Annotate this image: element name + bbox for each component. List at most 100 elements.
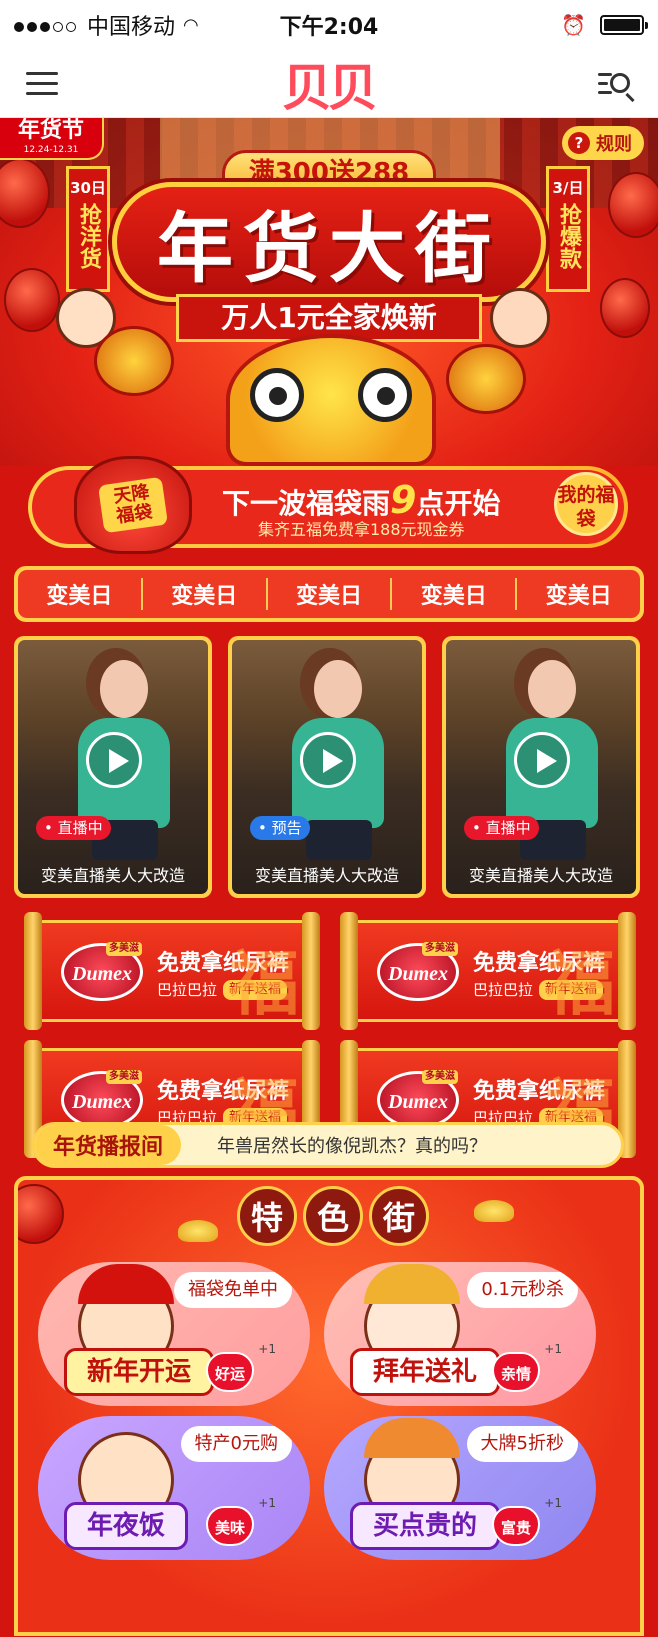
lantern-icon [18, 1184, 64, 1244]
fu-mark: 福 [545, 943, 615, 1025]
left-tag-date: 30日 [70, 179, 106, 197]
video-card[interactable]: • 直播中 变美直播美人大改造 [14, 636, 212, 898]
play-icon[interactable] [300, 732, 356, 788]
tab-strip: 变美日 变美日 变美日 变美日 变美日 [14, 566, 644, 622]
lantern-icon [4, 268, 60, 332]
title-plate: 年货大街 [112, 182, 546, 302]
status-left: 中国移动 ◠ [14, 9, 224, 41]
preview-status-text: 预告 [271, 819, 302, 837]
dumex-logo: Dumex 多美滋 [61, 942, 143, 1001]
plus-one-text: +1 [544, 1496, 562, 1510]
carrier-label: 中国移动 [87, 15, 176, 40]
fu-mark: 福 [229, 943, 299, 1025]
festival-dates: 12.24-12.31 [23, 145, 79, 155]
rules-button[interactable]: ? 规则 [562, 126, 644, 160]
search-category-icon[interactable] [598, 67, 635, 102]
status-bar: 中国移动 ◠ 下午2:04 ⏰ [0, 0, 658, 50]
left-tag-text: 抢洋货 [76, 203, 101, 269]
promo-body: Dumex 多美滋 免费拿纸尿裤 巴拉巴拉 新年送福 福 [36, 920, 308, 1022]
hat-icon [78, 1264, 174, 1304]
video-thumbnail: • 直播中 变美直播美人大改造 [446, 640, 636, 894]
hero-title: 年货大街 [157, 204, 501, 293]
status-right: ⏰ [434, 13, 648, 37]
heart-badge: 亲情 [492, 1352, 540, 1392]
street-title-char: 街 [369, 1186, 429, 1246]
video-caption: 变美直播美人大改造 [254, 866, 399, 885]
zone-label: 年夜饭 [64, 1502, 189, 1550]
wifi-icon: ◠ [183, 14, 199, 36]
street-title-char: 色 [303, 1186, 363, 1246]
zone-card[interactable]: 0.1元秒杀 拜年送礼 亲情 +1 [324, 1262, 596, 1406]
zone-label: 新年开运 [64, 1348, 215, 1396]
zone-card[interactable]: 福袋免单中 新年开运 好运 +1 [38, 1262, 310, 1406]
zone-label: 买点贵的 [350, 1502, 501, 1550]
right-tag-date: 3/日 [552, 179, 584, 197]
lucky-bag-inner: 天降福袋 下一波福袋雨9点开始 集齐五福免费拿188元现金券 [32, 456, 624, 554]
menu-icon[interactable] [26, 65, 58, 102]
ticker-text[interactable]: 年兽居然长的像倪凯杰？真的吗？ [181, 1132, 487, 1158]
zone-label: 拜年送礼 [350, 1348, 501, 1396]
promo-sub-text: 巴拉巴拉 [157, 981, 218, 999]
tab-item[interactable]: 变美日 [140, 578, 266, 610]
preview-status-badge: • 预告 [250, 816, 310, 840]
play-icon[interactable] [86, 732, 142, 788]
brand-name: Dumex [388, 963, 448, 985]
scroll-right [302, 912, 320, 1030]
tab-item[interactable]: 变美日 [390, 578, 515, 610]
play-icon[interactable] [514, 732, 570, 788]
festival-badge-text: 年货节 [17, 118, 84, 143]
alarm-icon: ⏰ [561, 13, 586, 37]
lucky-bag-icon: 天降福袋 [74, 456, 192, 554]
promo-card[interactable]: Dumex 多美滋 免费拿纸尿裤 巴拉巴拉 新年送福 福 [340, 912, 636, 1030]
right-side-tag[interactable]: 3/日 抢爆款 [546, 166, 590, 292]
plus-one-text: +1 [544, 1342, 562, 1356]
lucky-bag-subtitle: 集齐五福免费拿188元现金券 [258, 520, 465, 539]
street-title: 特 色 街 [218, 1186, 448, 1246]
zone-card[interactable]: 大牌5折秒 买点贵的 富贵 +1 [324, 1416, 596, 1560]
video-caption: 变美直播美人大改造 [468, 866, 613, 885]
lion-right-icon [446, 344, 526, 414]
lantern-icon [608, 172, 658, 238]
app-logo[interactable]: 贝贝 [282, 48, 378, 120]
lucky-bag-banner[interactable]: 天降福袋 下一波福袋雨9点开始 集齐五福免费拿188元现金券 我的福袋 [28, 456, 628, 554]
right-tag-text: 抢爆款 [556, 203, 581, 269]
tab-item[interactable]: 变美日 [515, 578, 640, 610]
brand-name-cn: 多美滋 [422, 942, 458, 956]
video-thumbnail: • 预告 变美直播美人大改造 [232, 640, 422, 894]
question-icon: ? [568, 132, 590, 154]
hero-banner[interactable]: 年货节 12.24-12.31 ? 规则 满300送288 30日 抢洋货 3/… [0, 118, 658, 466]
my-bag-button[interactable]: 我的福袋 [554, 472, 618, 536]
tab-item[interactable]: 变美日 [18, 578, 141, 610]
video-card[interactable]: • 预告 变美直播美人大改造 [228, 636, 426, 898]
brand-name: Dumex [72, 1091, 132, 1113]
zone-bubble: 特产0元购 [180, 1426, 292, 1462]
brand-name-cn: 多美滋 [106, 942, 142, 956]
scroll-left [24, 912, 42, 1030]
street-title-char: 特 [237, 1186, 297, 1246]
zone-bubble: 福袋免单中 [174, 1272, 292, 1308]
promo-sub-text: 巴拉巴拉 [473, 981, 534, 999]
special-street-section: 特 色 街 福袋免单中 新年开运 好运 +1 0.1元秒杀 拜年送礼 亲情 +1… [14, 1176, 644, 1636]
mascot-right [490, 288, 550, 348]
dumex-logo: Dumex 多美滋 [377, 1070, 459, 1129]
promo-body: Dumex 多美滋 免费拿纸尿裤 巴拉巴拉 新年送福 福 [352, 920, 624, 1022]
lion-head-icon [226, 334, 436, 466]
live-status-text: 直播中 [485, 819, 531, 837]
battery-icon [600, 15, 648, 35]
lion-hat-icon [364, 1264, 460, 1304]
heart-badge: 好运 [206, 1352, 254, 1392]
scroll-right [618, 912, 636, 1030]
zone-bubble: 大牌5折秒 [466, 1426, 578, 1462]
ticker-label: 年货播报间 [35, 1125, 182, 1165]
gold-ingot-icon [178, 1220, 218, 1242]
news-ticker[interactable]: 年货播报间 年兽居然长的像倪凯杰？真的吗？ [32, 1122, 624, 1168]
tab-item[interactable]: 变美日 [265, 578, 391, 610]
left-side-tag[interactable]: 30日 抢洋货 [66, 166, 110, 292]
promo-card[interactable]: Dumex 多美滋 免费拿纸尿裤 巴拉巴拉 新年送福 福 [24, 912, 320, 1030]
heart-badge: 美味 [206, 1506, 254, 1546]
video-card[interactable]: • 直播中 变美直播美人大改造 [442, 636, 640, 898]
video-thumbnail: • 直播中 变美直播美人大改造 [18, 640, 208, 894]
zone-bubble: 0.1元秒杀 [467, 1272, 578, 1308]
zone-card[interactable]: 特产0元购 年夜饭 美味 +1 [38, 1416, 310, 1560]
rules-label: 规则 [596, 134, 632, 155]
